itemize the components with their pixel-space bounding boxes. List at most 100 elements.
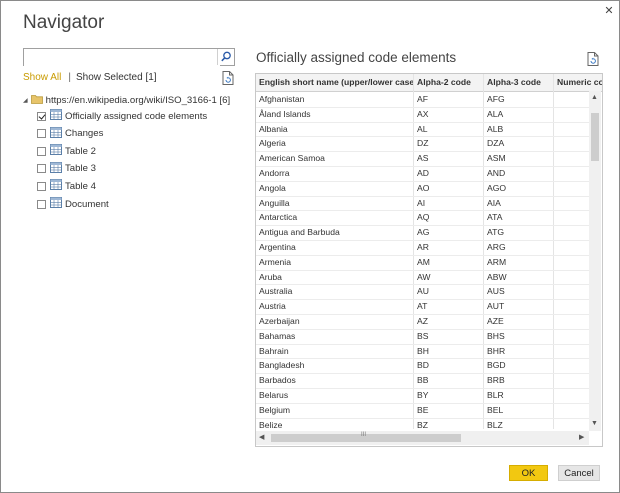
- table-cell: Bahamas: [259, 330, 296, 341]
- table-row: Åland Islands AX ALA: [256, 107, 589, 123]
- tree-item-document[interactable]: Document: [37, 196, 109, 212]
- scroll-left-icon[interactable]: ◀: [259, 433, 264, 443]
- table-cell: Åland Islands: [259, 108, 311, 119]
- tree-item-checkbox[interactable]: [37, 111, 46, 121]
- table-cell: AUT: [487, 301, 505, 312]
- ok-button[interactable]: OK: [509, 465, 548, 481]
- table-cell: AM: [417, 256, 430, 267]
- table-row: Andorra AD AND: [256, 166, 589, 182]
- table-cell: BD: [417, 360, 429, 371]
- scroll-grip: III: [361, 432, 367, 438]
- table-cell: Belgium: [259, 404, 291, 415]
- horizontal-scroll-thumb[interactable]: III: [271, 432, 461, 442]
- table-cell: AFG: [487, 94, 505, 104]
- vertical-scrollbar[interactable]: ▲ ▼: [589, 91, 601, 431]
- table-row: Bahamas BS BHS: [256, 329, 589, 345]
- table-cell: BLZ: [487, 419, 503, 430]
- scroll-up-icon[interactable]: ▲: [591, 93, 598, 103]
- table-icon: [50, 126, 62, 141]
- table-cell: ASM: [487, 153, 506, 164]
- scroll-down-icon[interactable]: ▼: [591, 419, 598, 429]
- table-row: Argentina AR ARG: [256, 240, 589, 256]
- table-row: Antigua and Barbuda AG ATG: [256, 225, 589, 241]
- table-row: Belgium BE BEL: [256, 403, 589, 419]
- tree-item-label: Table 4: [65, 180, 96, 192]
- scroll-right-icon[interactable]: ▶: [579, 433, 584, 443]
- table-cell: AIA: [487, 197, 501, 208]
- tree-item-checkbox[interactable]: [37, 129, 46, 138]
- vertical-scroll-thumb[interactable]: [591, 113, 599, 161]
- table-icon: [50, 161, 62, 176]
- table-cell: AI: [417, 197, 426, 208]
- table-cell: Algeria: [259, 138, 286, 149]
- table-cell: BZ: [417, 419, 428, 430]
- search-box[interactable]: [23, 48, 235, 68]
- table-row: Azerbaijan AZ AZE: [256, 314, 589, 330]
- table-cell: ARG: [487, 242, 506, 252]
- tree-item-checkbox[interactable]: [37, 146, 46, 156]
- column-header[interactable]: English short name (upper/lower case): [259, 74, 414, 91]
- tree-item-table-3[interactable]: Table 3: [37, 161, 96, 177]
- table-icon: [50, 179, 62, 193]
- tree-item-table-2[interactable]: Table 2: [37, 143, 96, 159]
- table-cell: BE: [417, 404, 429, 415]
- table-cell: Belarus: [259, 390, 289, 400]
- column-header[interactable]: Alpha-3 code: [487, 74, 553, 91]
- table-cell: AF: [417, 94, 428, 104]
- table-row: Afghanistan AF AFG: [256, 92, 589, 108]
- tree-item-checkbox[interactable]: [37, 164, 46, 173]
- table-cell: DZ: [417, 138, 429, 149]
- table-cell: AS: [417, 153, 429, 164]
- tree-item-checkbox[interactable]: [37, 199, 46, 209]
- table-cell: AZE: [487, 316, 504, 326]
- table-cell: Austria: [259, 301, 286, 312]
- horizontal-scrollbar[interactable]: ◀ III ▶: [256, 431, 589, 445]
- table-cell: ARM: [487, 256, 507, 267]
- table-cell: AX: [417, 108, 429, 119]
- table-cell: Belize: [259, 419, 283, 430]
- show-all-link[interactable]: Show All: [23, 72, 61, 83]
- expand-icon[interactable]: ◢: [23, 97, 28, 104]
- table-cell: ATG: [487, 227, 505, 238]
- table-cell: BHR: [487, 345, 506, 356]
- table-cell: AGO: [487, 182, 507, 193]
- filter-separator: |: [68, 72, 71, 83]
- page-refresh-icon[interactable]: [587, 52, 599, 66]
- tree-item-table-4[interactable]: Table 4: [37, 178, 96, 194]
- preview-table[interactable]: English short name (upper/lower case) Al…: [255, 73, 603, 447]
- table-cell: American Samoa: [259, 153, 325, 164]
- table-cell: AT: [417, 301, 428, 312]
- table-cell: Armenia: [259, 256, 291, 267]
- table-cell: Bangladesh: [259, 360, 305, 371]
- table-icon: [50, 144, 62, 158]
- table-cell: ALA: [487, 108, 504, 119]
- tree-root[interactable]: ◢ https://en.wikipedia.org/wiki/ISO_3166…: [23, 92, 230, 108]
- show-selected-link[interactable]: Show Selected [1]: [76, 72, 157, 83]
- tree-item-label: Table 2: [65, 145, 96, 157]
- table-row: Belarus BY BLR: [256, 388, 589, 404]
- table-cell: BH: [417, 345, 429, 356]
- cancel-button[interactable]: Cancel: [558, 465, 600, 481]
- column-header[interactable]: Numeric code: [557, 74, 602, 91]
- table-icon: [50, 197, 62, 211]
- search-icon[interactable]: [217, 49, 234, 65]
- page-refresh-icon[interactable]: [222, 71, 234, 85]
- table-row: Australia AU AUS: [256, 284, 589, 301]
- tree-item-checkbox[interactable]: [37, 181, 46, 191]
- table-cell: AG: [417, 227, 430, 238]
- table-cell: Barbados: [259, 375, 296, 386]
- table-row: Barbados BB BRB: [256, 373, 589, 389]
- table-cell: Andorra: [259, 168, 290, 178]
- table-cell: BGD: [487, 360, 506, 371]
- column-header[interactable]: Alpha-2 code: [417, 74, 483, 91]
- table-cell: Azerbaijan: [259, 316, 300, 326]
- close-icon[interactable]: ✕: [602, 4, 616, 18]
- search-input[interactable]: [24, 51, 220, 68]
- tree-item-changes[interactable]: Changes: [37, 126, 103, 142]
- table-row: Anguilla AI AIA: [256, 196, 589, 212]
- table-cell: ATA: [487, 212, 503, 223]
- navigator-dialog: ✕ Navigator Show All | Show Selected [1] ◢…: [0, 0, 620, 493]
- tree-root-label: https://en.wikipedia.org/wiki/ISO_3166-1…: [45, 94, 231, 106]
- table-cell: ABW: [487, 271, 507, 282]
- tree-item-officially-assigned[interactable]: Officially assigned code elements: [37, 108, 207, 124]
